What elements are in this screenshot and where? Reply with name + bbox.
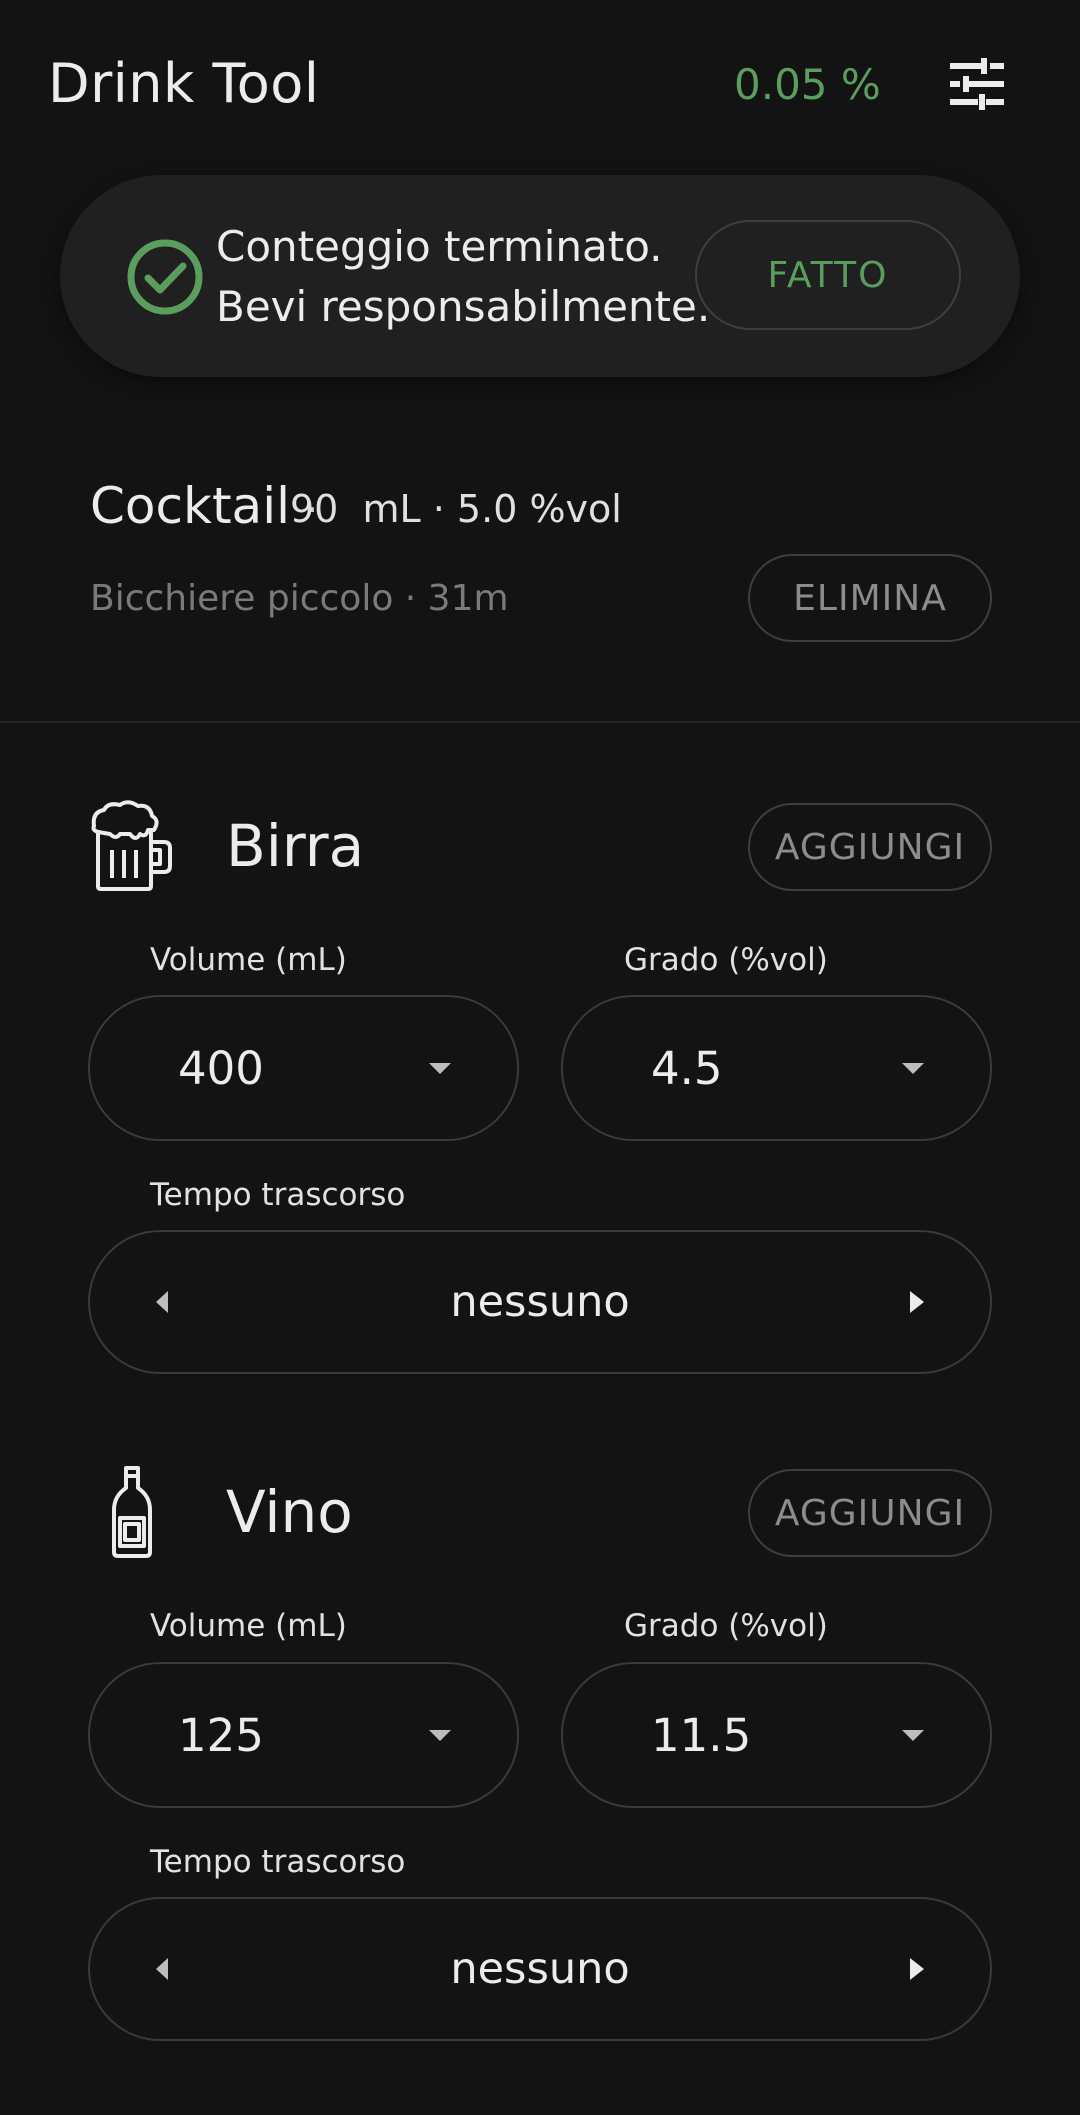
time-label: Tempo trascorso: [150, 1177, 406, 1213]
volume-value: 125: [178, 1708, 264, 1762]
arrow-right-icon[interactable]: [910, 1291, 924, 1313]
abv-value: 4.5: [651, 1041, 723, 1095]
done-button[interactable]: FATTO: [695, 220, 961, 330]
banner-message-line2: Bevi responsabilmente.: [216, 282, 711, 331]
abv-select[interactable]: 11.5: [561, 1662, 992, 1808]
chevron-down-icon: [429, 1729, 451, 1741]
volume-value: 400: [178, 1041, 264, 1095]
time-value: nessuno: [450, 1944, 630, 1994]
last-drink-subtitle: Bicchiere piccolo · 31m: [90, 578, 509, 619]
banner-message-line1: Conteggio terminato.: [216, 222, 663, 271]
volume-select[interactable]: 400: [88, 995, 519, 1141]
divider: [0, 721, 1080, 723]
abv-label: Grado (%vol): [624, 942, 828, 978]
volume-select[interactable]: 125: [88, 1662, 519, 1808]
time-label: Tempo trascorso: [150, 1844, 406, 1880]
chevron-down-icon: [902, 1062, 924, 1074]
check-circle-icon: [126, 238, 204, 316]
arrow-left-icon[interactable]: [156, 1958, 168, 1980]
add-wine-button[interactable]: AGGIUNGI: [748, 1469, 992, 1557]
time-stepper[interactable]: nessuno: [88, 1230, 992, 1374]
chevron-down-icon: [429, 1062, 451, 1074]
sliders-icon: [950, 58, 1004, 110]
section-title-wine: Vino: [226, 1478, 353, 1546]
last-drink-name-text: Cocktail: [90, 477, 290, 535]
arrow-right-icon[interactable]: [910, 1958, 924, 1980]
settings-button[interactable]: [944, 52, 1008, 116]
abv-select[interactable]: 4.5: [561, 995, 992, 1141]
time-stepper[interactable]: nessuno: [88, 1897, 992, 2041]
delete-button[interactable]: ELIMINA: [748, 554, 992, 642]
section-title-beer: Birra: [226, 812, 365, 880]
last-drink-name: Cocktail ·: [90, 477, 318, 535]
chevron-down-icon: [902, 1729, 924, 1741]
add-beer-button[interactable]: AGGIUNGI: [748, 803, 992, 891]
time-value: nessuno: [450, 1277, 630, 1327]
bac-indicator: 0.05 %: [734, 60, 881, 109]
volume-label: Volume (mL): [150, 1608, 347, 1644]
volume-label: Volume (mL): [150, 942, 347, 978]
app-title: Drink Tool: [48, 52, 320, 115]
wine-bottle-icon: [90, 1466, 176, 1558]
last-drink-details: 90 mL · 5.0 %vol: [290, 487, 622, 531]
arrow-left-icon[interactable]: [156, 1291, 168, 1313]
abv-value: 11.5: [651, 1708, 752, 1762]
abv-label: Grado (%vol): [624, 1608, 828, 1644]
beer-mug-icon: [90, 800, 176, 892]
